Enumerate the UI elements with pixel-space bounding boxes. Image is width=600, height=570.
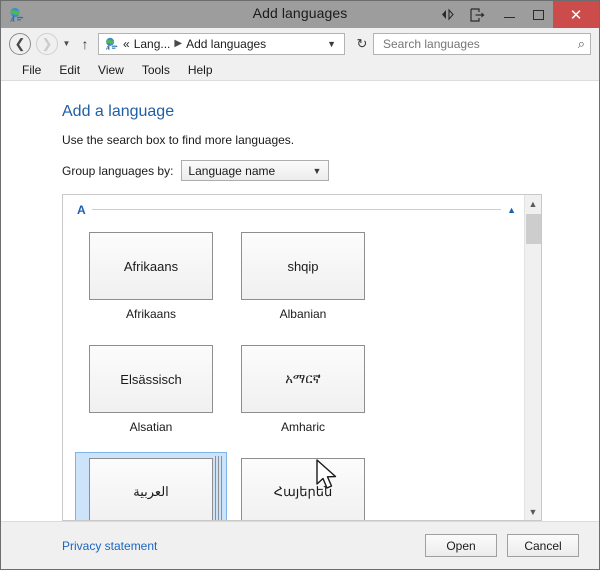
language-globe-icon: A	[8, 7, 24, 24]
chevron-down-icon[interactable]: ▼	[321, 39, 344, 49]
up-one-level-button[interactable]: ↑	[75, 36, 95, 52]
menu-item-tools[interactable]: Tools	[133, 60, 179, 80]
svg-text:A: A	[106, 46, 110, 51]
language-tile-afrikaans[interactable]: Afrikaans Afrikaans	[75, 226, 227, 339]
scrollbar-thumb[interactable]	[525, 214, 541, 244]
group-by-row: Group languages by: Language name ▼	[62, 160, 599, 181]
tile-face: Afrikaans	[89, 232, 213, 300]
tile-stack-line	[215, 456, 216, 520]
browser-chrome: ❮ ❯ ▼ ↑ A « Lang... ▶ Add languages ▼ ↻ …	[1, 28, 599, 81]
tile-face: አማርኛ	[241, 345, 365, 413]
back-button[interactable]: ❮	[9, 32, 31, 55]
tile-native-name: አማርኛ	[285, 371, 321, 386]
language-list: A ▲ Afrikaans Afrikaans shqip Albanian E…	[63, 195, 524, 520]
group-divider	[91, 209, 502, 210]
language-tile-amharic[interactable]: አማርኛ Amharic	[227, 339, 379, 452]
breadcrumb-globe-icon: A	[103, 37, 119, 52]
breadcrumb-parent[interactable]: Lang...	[130, 37, 171, 51]
tile-native-name: shqip	[287, 258, 319, 274]
scroll-up-icon[interactable]: ▲	[525, 195, 542, 212]
tile-english-name: Afrikaans	[125, 307, 177, 321]
privacy-statement-link[interactable]: Privacy statement	[62, 539, 157, 553]
page-title: Add a language	[62, 103, 175, 120]
menu-item-file[interactable]: File	[13, 60, 50, 80]
close-button[interactable]: ✕	[553, 1, 599, 28]
tile-english-name: Albanian	[279, 307, 327, 321]
tile-face: Հայերեն	[241, 458, 365, 520]
cancel-button[interactable]: Cancel	[507, 534, 579, 557]
chevron-down-icon[interactable]: ▼	[309, 166, 329, 176]
tile-face: shqip	[241, 232, 365, 300]
tile-stack-line	[218, 456, 219, 520]
tile-native-name: Afrikaans	[123, 258, 179, 274]
recent-locations-button[interactable]: ▼	[58, 39, 75, 48]
forward-button[interactable]: ❯	[36, 32, 58, 55]
tile-native-name: Հայերեն	[273, 484, 333, 499]
tile-english-name: Amharic	[280, 420, 325, 434]
address-bar: ❮ ❯ ▼ ↑ A « Lang... ▶ Add languages ▼ ↻ …	[1, 28, 599, 59]
tile-face: العربية	[89, 456, 222, 520]
minimize-button[interactable]	[495, 1, 524, 28]
menu-item-view[interactable]: View	[89, 60, 133, 80]
open-button[interactable]: Open	[425, 534, 497, 557]
search-input[interactable]	[381, 35, 578, 52]
scroll-down-icon[interactable]: ▼	[525, 503, 542, 520]
title-bar: A Add languages ✕	[1, 1, 599, 28]
export-icon[interactable]	[462, 1, 495, 28]
add-languages-window: A Add languages ✕ ❮ ❯ ▼ ↑ A « Lang... ▶ …	[0, 0, 600, 570]
tile-native-name: Elsässisch	[120, 371, 182, 387]
group-letter: A	[77, 202, 86, 217]
language-tile-albanian[interactable]: shqip Albanian	[227, 226, 379, 339]
rtl-layout-toggle-icon[interactable]	[433, 1, 462, 28]
breadcrumb-overflow[interactable]: «	[123, 37, 130, 51]
group-by-select[interactable]: Language name ▼	[181, 160, 330, 181]
maximize-button[interactable]	[524, 1, 553, 28]
search-icon[interactable]: ⌕	[578, 36, 585, 52]
tile-stack-line	[221, 456, 222, 520]
group-by-value: Language name	[188, 163, 276, 178]
language-list-pane: A ▲ Afrikaans Afrikaans shqip Albanian E…	[62, 194, 542, 521]
menu-bar: File Edit View Tools Help	[1, 59, 599, 81]
breadcrumb-current[interactable]: Add languages	[186, 37, 266, 51]
tile-face: Elsässisch	[89, 345, 213, 413]
language-tile-armenian[interactable]: Հայերեն Armenian	[227, 452, 379, 520]
group-header-a: A ▲	[63, 202, 524, 217]
svg-text:A: A	[10, 17, 15, 23]
dialog-footer: Privacy statement Open Cancel	[1, 521, 599, 569]
menu-item-edit[interactable]: Edit	[50, 60, 89, 80]
scrollbar-track[interactable]	[525, 212, 542, 503]
refresh-icon[interactable]: ↻	[351, 33, 373, 55]
content-area: Add a language Use the search box to fin…	[1, 81, 599, 521]
breadcrumb[interactable]: A « Lang... ▶ Add languages ▼	[98, 32, 345, 55]
menu-item-help[interactable]: Help	[179, 60, 222, 80]
search-box[interactable]: ⌕	[373, 32, 591, 55]
window-controls: ✕	[433, 1, 599, 28]
breadcrumb-separator-icon: ▶	[174, 38, 183, 49]
chevron-up-icon[interactable]: ▲	[507, 205, 516, 215]
group-by-label: Group languages by:	[62, 163, 174, 178]
page-subtext: Use the search box to find more language…	[62, 133, 295, 147]
list-vertical-scrollbar[interactable]: ▲ ▼	[524, 195, 541, 520]
language-tile-arabic[interactable]: العربية Arabic	[75, 452, 227, 520]
tile-native-name: العربية	[133, 484, 169, 499]
tile-english-name: Alsatian	[129, 420, 173, 434]
language-tile-alsatian[interactable]: Elsässisch Alsatian	[75, 339, 227, 452]
language-tile-grid: Afrikaans Afrikaans shqip Albanian Elsäs…	[63, 217, 524, 520]
